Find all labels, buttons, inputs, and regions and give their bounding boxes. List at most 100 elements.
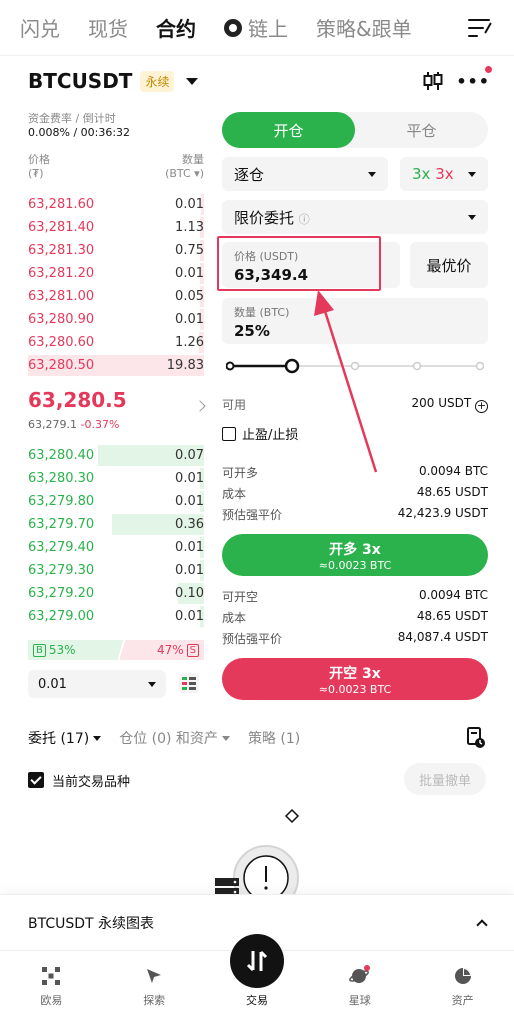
checkbox-checked-icon [28, 772, 44, 788]
chevron-down-icon [368, 171, 376, 177]
bid-row[interactable]: 63,279.80 0.01 [28, 490, 204, 513]
more-icon[interactable]: ••• [456, 74, 490, 90]
ob-qty-unit[interactable]: (BTC ▾) [28, 167, 204, 180]
ask-row[interactable]: 63,281.00 0.05 [28, 285, 204, 308]
chevron-right-icon[interactable] [194, 400, 206, 412]
precision-select[interactable]: 0.01 [28, 670, 166, 698]
available-value-wrap: 200 USDT + [411, 396, 488, 413]
top-nav: 闪兑 现货 合约 链上 策略&跟单 [0, 0, 514, 56]
margin-mode-value: 逐仓 [234, 165, 265, 184]
chevron-down-icon [186, 77, 199, 85]
open-short-sub: ≈0.0023 BTC [318, 682, 392, 696]
bid-row[interactable]: 63,279.20 0.10 [28, 582, 204, 605]
buy-pct: 53% [48, 643, 76, 657]
nav-explore-label: 探索 [143, 994, 166, 1007]
compass-icon [147, 969, 162, 983]
mark-price: 63,279.1 -0.37% [28, 418, 120, 431]
arrow-annotation [314, 290, 378, 473]
leverage-select[interactable]: 3x 3x [400, 157, 488, 191]
tab-spot[interactable]: 现货 [88, 13, 128, 42]
tab-positions-label: 仓位 (0) 和资产 [119, 731, 218, 747]
info-icon[interactable]: ⓘ [299, 213, 310, 226]
tab-strategies[interactable]: 策略 (1) [248, 728, 300, 748]
order-type-value: 限价委托 [234, 208, 295, 227]
nav-explore[interactable]: 探索 [103, 951, 206, 1022]
ask-row[interactable]: 63,280.90 0.01 [28, 308, 204, 331]
tab-orders[interactable]: 委托 (17) [28, 728, 102, 748]
football-icon [224, 18, 242, 37]
open-close-tabs: 开仓 平仓 [222, 112, 488, 148]
ask-row[interactable]: 63,281.30 0.75 [28, 239, 204, 262]
bid-row[interactable]: 63,280.40 0.07 [28, 444, 204, 467]
sell-pct: 47% [156, 643, 184, 657]
ask-row[interactable]: 63,281.60 0.01 [28, 193, 204, 216]
funding-label: 资金费率 / 倒计时 [28, 112, 116, 125]
ask-row[interactable]: 63,280.60 1.26 [28, 331, 204, 354]
chevron-down-icon [221, 735, 230, 741]
leverage-short: 3x [435, 165, 454, 183]
orderbook-layout-icon[interactable] [178, 672, 200, 694]
tpsl-label: 止盈/止损 [242, 428, 299, 443]
open-short-label: 开空 3x [329, 665, 381, 682]
buy-sell-ratio: B 53% 47% S [28, 640, 204, 660]
tab-open[interactable]: 开仓 [222, 112, 355, 148]
bid-row[interactable]: 63,279.70 0.36 [28, 513, 204, 536]
nav-home-label: 欧易 [40, 994, 63, 1007]
nav-planet[interactable]: 星球 [308, 951, 411, 1022]
tab-onchain[interactable]: 链上 [224, 13, 288, 42]
tab-strategy[interactable]: 策略&跟单 [316, 13, 412, 42]
sell-badge: S [186, 643, 199, 657]
last-price[interactable]: 63,280.5 [28, 388, 127, 412]
candlestick-icon[interactable] [422, 70, 444, 92]
order-history-icon[interactable] [466, 727, 486, 749]
available-balance: 可用 200 USDT + [222, 396, 488, 413]
ask-row[interactable]: 63,281.40 1.13 [28, 216, 204, 239]
batch-cancel-button[interactable]: 批量撤单 [404, 763, 486, 795]
tab-close[interactable]: 平仓 [355, 112, 488, 148]
short-info-row: 成本 48.65 USDT [222, 609, 488, 625]
tab-onchain-label: 链上 [248, 17, 288, 41]
empty-state-illustration [215, 808, 300, 894]
menu-icon[interactable] [468, 18, 492, 38]
margin-mode-select[interactable]: 逐仓 [222, 157, 388, 191]
chevron-down-icon [468, 171, 476, 177]
open-long-sub: ≈0.0023 BTC [318, 558, 392, 572]
tpsl-checkbox[interactable]: 止盈/止损 [222, 424, 298, 443]
order-type-select[interactable]: 限价委托 ⓘ [222, 200, 488, 234]
chevron-down-icon [93, 735, 102, 741]
bid-row[interactable]: 63,279.30 0.01 [28, 559, 204, 582]
tab-positions[interactable]: 仓位 (0) 和资产 [119, 728, 230, 748]
open-short-button[interactable]: 开空 3x ≈0.0023 BTC [222, 658, 488, 700]
bid-row[interactable]: 63,280.30 0.01 [28, 467, 204, 490]
bid-row[interactable]: 63,279.40 0.01 [28, 536, 204, 559]
open-long-button[interactable]: 开多 3x ≈0.0023 BTC [222, 534, 488, 576]
chevron-down-icon [148, 681, 156, 687]
checkbox-icon [222, 426, 236, 441]
nav-trade-label: 交易 [245, 994, 268, 1007]
ask-row[interactable]: 63,281.20 0.01 [28, 262, 204, 285]
chevron-down-icon [468, 214, 476, 220]
available-label: 可用 [222, 398, 247, 412]
planet-icon [348, 965, 370, 983]
trade-button[interactable] [230, 934, 284, 988]
precision-value: 0.01 [38, 676, 67, 692]
short-info-row: 可开空 0.0094 BTC [222, 588, 488, 604]
highlight-box [217, 236, 381, 291]
notification-dot [485, 66, 492, 73]
nav-assets[interactable]: 资产 [411, 951, 514, 1022]
nav-planet-label: 星球 [348, 994, 371, 1007]
chevron-up-icon[interactable] [476, 918, 488, 931]
nav-home[interactable]: 欧易 [0, 951, 103, 1022]
tab-futures[interactable]: 合约 [156, 13, 196, 42]
open-long-label: 开多 3x [329, 541, 381, 558]
bid-row[interactable]: 63,279.00 0.01 [28, 605, 204, 628]
funding-value: 0.008% / 00:36:32 [28, 126, 131, 139]
tab-convert[interactable]: 闪兑 [20, 13, 60, 42]
ask-row[interactable]: 63,280.50 19.83 [28, 354, 204, 377]
perpetual-badge: 永续 [140, 70, 175, 92]
trade-arrows-icon [246, 950, 268, 972]
nav-assets-label: 资产 [451, 994, 474, 1007]
add-icon[interactable]: + [475, 400, 488, 413]
best-price-button[interactable]: 最优价 [410, 242, 488, 288]
buy-badge: B [33, 643, 46, 657]
